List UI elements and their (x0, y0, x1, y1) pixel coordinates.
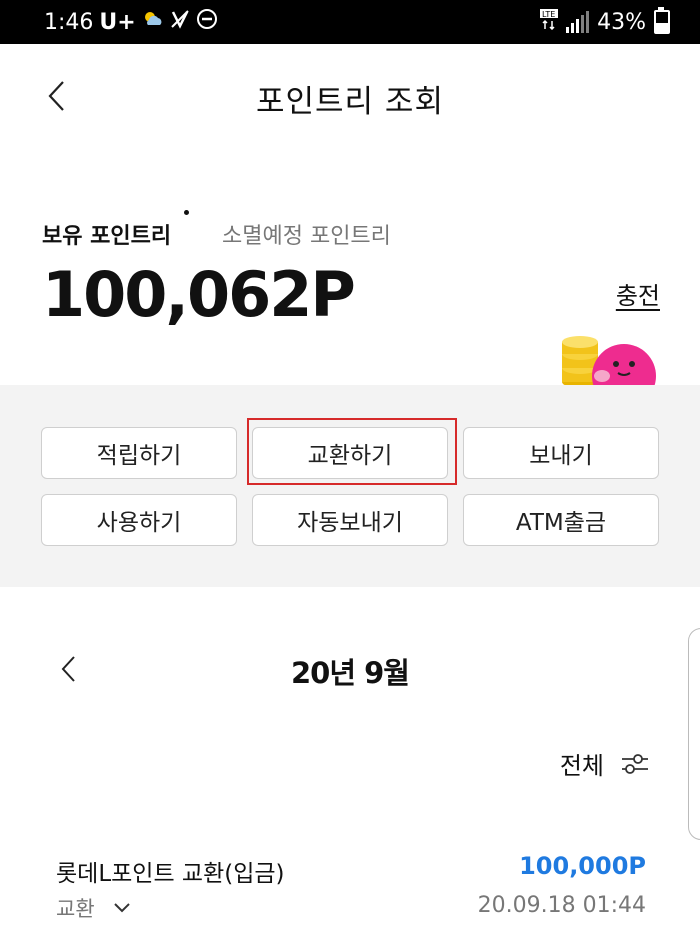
send-button[interactable]: 보내기 (463, 427, 659, 479)
lte-icon: LTE (540, 8, 559, 36)
status-bar-right: LTE 43% (540, 7, 670, 36)
page-title: 포인트리 조회 (256, 84, 444, 120)
atm-withdraw-button[interactable]: ATM출금 (463, 494, 659, 546)
charge-link[interactable]: 충전 (616, 276, 660, 311)
use-button[interactable]: 사용하기 (41, 494, 237, 546)
mascot-coins-illustration (556, 326, 666, 408)
auto-send-button[interactable]: 자동보내기 (252, 494, 448, 546)
tab-expiring-points[interactable]: 소멸예정 포인트리 (222, 218, 391, 250)
signal-icon (566, 11, 590, 33)
transaction-category: 교환 (56, 897, 95, 921)
month-title: 20년 9월 (291, 656, 410, 690)
earn-button[interactable]: 적립하기 (41, 427, 237, 479)
clock: 1:46 (44, 9, 94, 35)
points-balance: 100,062P (42, 258, 356, 331)
svg-text:LTE: LTE (542, 10, 555, 19)
dnd-icon (196, 8, 218, 36)
filter-button[interactable]: 전체 (560, 746, 650, 781)
status-bar-left: 1:46 U+ (44, 8, 218, 36)
tab-held-points[interactable]: 보유 포인트리 (42, 218, 171, 250)
battery-percent: 43% (597, 9, 646, 35)
chevron-down-icon (113, 903, 130, 913)
vibrate-icon (170, 9, 190, 35)
transaction-datetime: 20.09.18 01:44 (477, 893, 646, 918)
scroll-handle[interactable] (688, 628, 700, 840)
transaction-title: 롯데L포인트 교환(입금) (56, 861, 285, 887)
filter-label: 전체 (559, 752, 604, 780)
weather-icon (142, 9, 164, 35)
transaction-category-toggle[interactable]: 교환 (56, 893, 131, 923)
battery-icon (654, 7, 670, 34)
carrier: U+ (99, 9, 136, 35)
status-bar: 1:46 U+ LTE 43% (0, 0, 700, 44)
action-panel (0, 385, 700, 587)
filter-sliders-icon (622, 753, 648, 774)
exchange-button-highlight (247, 418, 457, 485)
active-tab-dot (184, 210, 189, 215)
transaction-amount: 100,000P (519, 852, 646, 880)
